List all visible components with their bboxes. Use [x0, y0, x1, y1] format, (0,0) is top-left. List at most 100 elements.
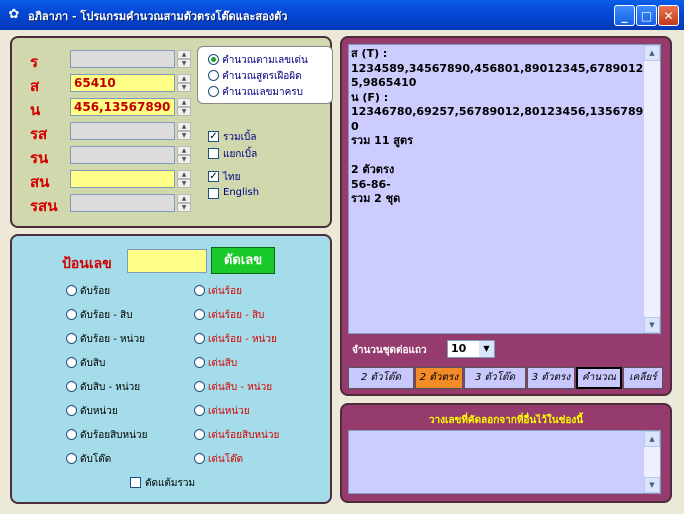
option-left-radio-1[interactable]: [66, 285, 77, 296]
separate-double-label: แยกเบิ้ล: [223, 149, 258, 160]
field-rn-input[interactable]: [70, 146, 175, 164]
thai-checkbox[interactable]: ✓: [208, 171, 219, 182]
option-right-radio-8[interactable]: [194, 453, 205, 464]
field-label-rn: รน: [30, 149, 49, 167]
cut-number-button[interactable]: ตัดเลข: [211, 247, 275, 274]
field-label-sn: สน: [30, 173, 50, 191]
option-left-radio-6[interactable]: [66, 405, 77, 416]
paste-scrollbar[interactable]: ▲ ▼: [644, 431, 660, 493]
calc-mode-label-1: คำนวณตามเลขเด่น: [222, 55, 308, 66]
calc-mode-radio-1[interactable]: [208, 54, 219, 65]
number-input[interactable]: [127, 249, 207, 273]
field-n-input[interactable]: 456,13567890: [70, 98, 175, 116]
option-left-label-5: ดับสิบ - หน่วย: [80, 382, 141, 393]
option-right-label-3: เด่นร้อย - หน่วย: [208, 334, 277, 345]
option-right-label-6: เด่นหน่วย: [208, 406, 250, 417]
field-s-spinner[interactable]: ▲ ▼: [177, 74, 191, 92]
option-right-label-8: เด่นโต๊ด: [208, 454, 244, 465]
three-digit-tod-button[interactable]: 3 ตัวโต๊ด: [464, 367, 526, 389]
field-s-input[interactable]: 65410: [70, 74, 175, 92]
field-n-spinner[interactable]: ▲ ▼: [177, 98, 191, 116]
option-right-radio-4[interactable]: [194, 357, 205, 368]
clear-button[interactable]: เคลียร์: [623, 367, 663, 389]
calc-mode-radio-3[interactable]: [208, 86, 219, 97]
cut-sum-checkbox[interactable]: [130, 477, 141, 488]
field-sn-input[interactable]: [70, 170, 175, 188]
chevron-down-icon[interactable]: ▼: [479, 341, 494, 357]
result-text: ส (T) : 1234589,34567890,456801,89012345…: [351, 47, 644, 205]
option-left-label-3: ดับร้อย - หน่วย: [80, 334, 145, 345]
paste-label: วางเลขที่คัดลอกจากที่อื่นไว้ในช่องนี้: [428, 415, 584, 426]
option-left-radio-7[interactable]: [66, 429, 77, 440]
sets-per-row-label: จำนวนชุดต่อแถว: [352, 345, 427, 356]
field-rs-input[interactable]: [70, 122, 175, 140]
input-label: ป้อนเลข: [62, 256, 112, 272]
option-left-radio-4[interactable]: [66, 357, 77, 368]
window-title: อภิลาภา - โปรแกรมคำนวณสามตัวตรงโต๊ดและสอ…: [28, 10, 288, 23]
field-label-rs: รส: [30, 125, 48, 143]
combine-double-checkbox[interactable]: ✓: [208, 131, 219, 142]
option-right-radio-2[interactable]: [194, 309, 205, 320]
field-r-input[interactable]: [70, 50, 175, 68]
option-left-radio-2[interactable]: [66, 309, 77, 320]
field-label-n: น: [30, 101, 41, 119]
sets-per-row-value: 10: [451, 342, 467, 355]
scroll-up-icon[interactable]: ▲: [644, 45, 660, 61]
close-button[interactable]: ✕: [658, 5, 679, 26]
calc-mode-radio-2[interactable]: [208, 70, 219, 81]
field-rsn-spinner[interactable]: ▲ ▼: [177, 194, 191, 212]
maximize-button[interactable]: □: [636, 5, 657, 26]
option-right-label-5: เด่นสิบ - หน่วย: [208, 382, 273, 393]
scroll-down-icon[interactable]: ▼: [644, 317, 660, 333]
calc-mode-label-3: คำนวณเลขมาครบ: [222, 87, 304, 98]
paste-scroll-down-icon[interactable]: ▼: [644, 477, 660, 493]
title-bar[interactable]: ✿ อภิลาภา - โปรแกรมคำนวณสามตัวตรงโต๊ดและ…: [0, 0, 684, 30]
result-textarea[interactable]: ส (T) : 1234589,34567890,456801,89012345…: [348, 44, 661, 334]
thai-label: ไทย: [223, 172, 241, 183]
cut-sum-label: ตัดแต้มรวม: [145, 478, 196, 489]
option-right-label-7: เด่นร้อยสิบหน่วย: [208, 430, 280, 441]
sets-per-row-select[interactable]: 10 ▼: [447, 340, 495, 358]
calc-mode-label-2: คำนวณสูตรเฝือผิด: [222, 71, 302, 82]
option-right-radio-6[interactable]: [194, 405, 205, 416]
combine-double-label: รวมเบิ้ล: [223, 132, 257, 143]
option-right-label-2: เด่นร้อย - สิบ: [208, 310, 265, 321]
field-label-s: ส: [30, 77, 40, 95]
option-right-radio-1[interactable]: [194, 285, 205, 296]
filter-panel: [10, 234, 332, 504]
calculate-button[interactable]: คำนวณ: [576, 367, 622, 389]
two-digit-tod-button[interactable]: 2 ตัวโต๊ด: [348, 367, 414, 389]
option-left-radio-5[interactable]: [66, 381, 77, 392]
field-label-r: ร: [30, 53, 39, 71]
english-checkbox[interactable]: [208, 188, 219, 199]
option-right-label-4: เด่นสิบ: [208, 358, 238, 369]
option-left-label-7: ดับร้อยสิบหน่วย: [80, 430, 148, 441]
app-window: ✿ อภิลาภา - โปรแกรมคำนวณสามตัวตรงโต๊ดและ…: [0, 0, 684, 514]
option-right-radio-3[interactable]: [194, 333, 205, 344]
field-rs-spinner[interactable]: ▲ ▼: [177, 122, 191, 140]
field-sn-spinner[interactable]: ▲ ▼: [177, 170, 191, 188]
english-label: English: [223, 187, 260, 198]
option-left-label-8: ดับโต๊ด: [80, 454, 112, 465]
field-label-rsn: รสน: [30, 197, 58, 215]
minimize-button[interactable]: _: [614, 5, 635, 26]
option-left-label-6: ดับหน่วย: [80, 406, 118, 417]
option-left-label-4: ดับสิบ: [80, 358, 106, 369]
option-left-radio-3[interactable]: [66, 333, 77, 344]
separate-double-checkbox[interactable]: [208, 148, 219, 159]
option-right-radio-5[interactable]: [194, 381, 205, 392]
option-left-radio-8[interactable]: [66, 453, 77, 464]
field-r-spinner[interactable]: ▲ ▼: [177, 50, 191, 68]
result-scrollbar[interactable]: ▲ ▼: [644, 45, 660, 333]
option-right-label-1: เด่นร้อย: [208, 286, 242, 297]
two-digit-straight-button[interactable]: 2 ตัวตรง: [415, 367, 463, 389]
option-left-label-1: ดับร้อย: [80, 286, 111, 297]
three-digit-straight-button[interactable]: 3 ตัวตรง: [527, 367, 575, 389]
option-left-label-2: ดับร้อย - สิบ: [80, 310, 133, 321]
field-rsn-input[interactable]: [70, 194, 175, 212]
paste-scroll-up-icon[interactable]: ▲: [644, 431, 660, 447]
option-right-radio-7[interactable]: [194, 429, 205, 440]
rabbit-icon: ✿: [8, 7, 20, 22]
paste-textarea[interactable]: ▲ ▼: [348, 430, 661, 494]
field-rn-spinner[interactable]: ▲ ▼: [177, 146, 191, 164]
